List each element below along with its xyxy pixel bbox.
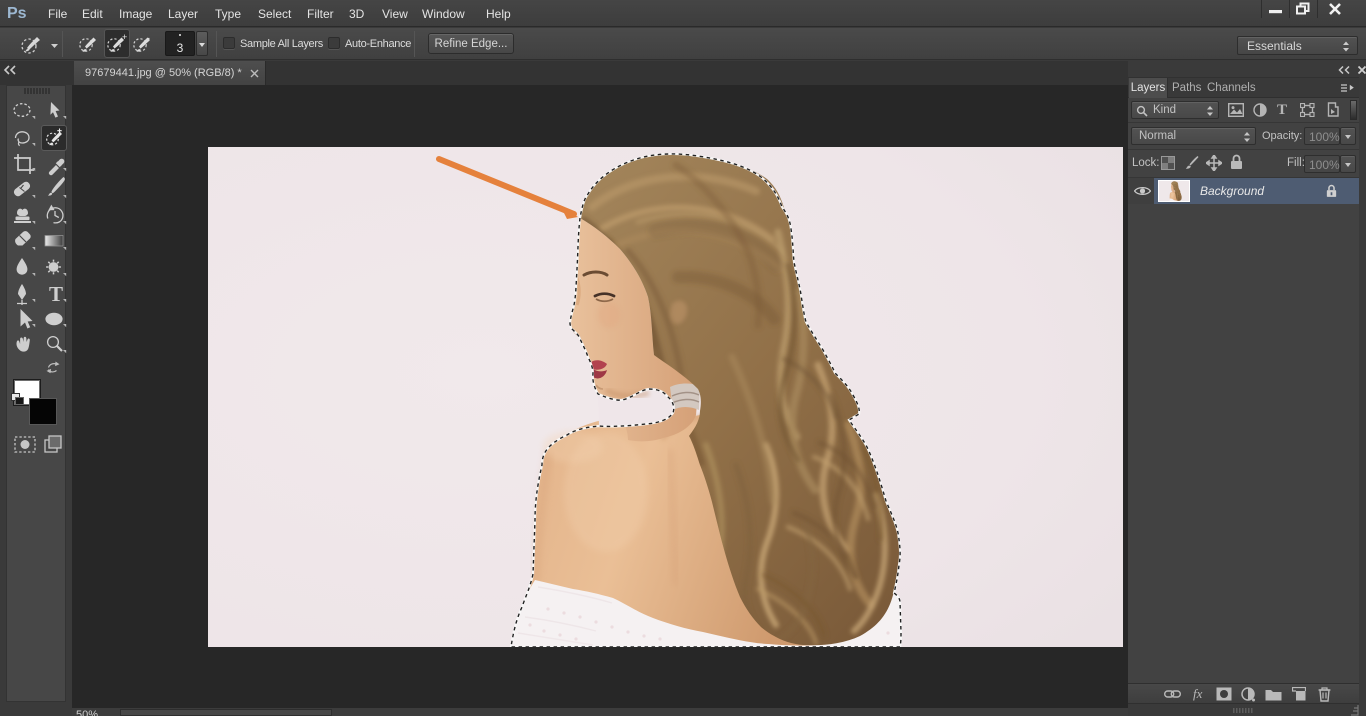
svg-text:-: - xyxy=(147,33,150,43)
svg-text:+: + xyxy=(122,32,127,42)
svg-text:T: T xyxy=(49,282,63,306)
